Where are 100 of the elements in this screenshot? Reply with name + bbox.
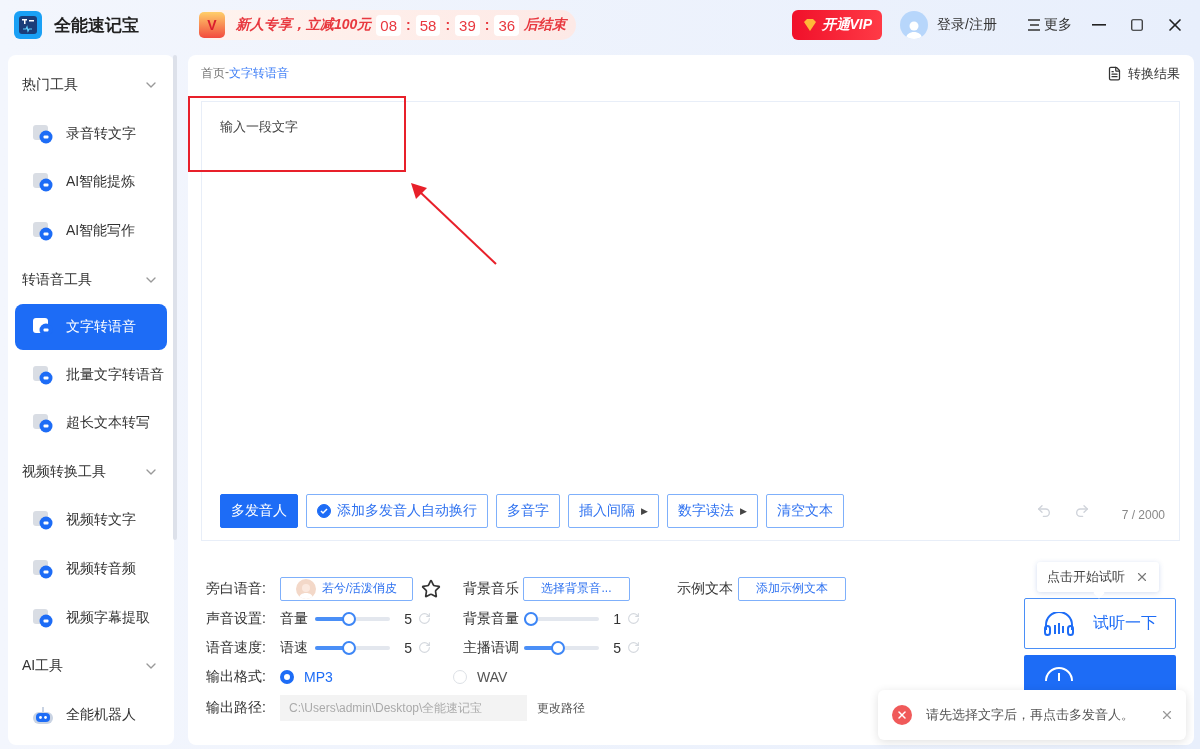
section-header[interactable]: 视频转换工具	[15, 447, 167, 497]
close-icon[interactable]	[1160, 708, 1174, 722]
text-editor[interactable]: 输入一段文字 多发音人 添加多发音人自动换行 多音字 插入间隔 ▶ 数字读法 ▶ 清空文本 7 / 2000	[201, 101, 1180, 541]
nav-item[interactable]: AI智能提炼	[15, 158, 167, 207]
document-badge-icon	[32, 171, 54, 194]
caret-icon: ▶	[641, 506, 648, 516]
nav-label: 全能机器人	[66, 705, 136, 724]
countdown-colon: :	[445, 17, 451, 33]
document-badge-icon	[32, 509, 54, 532]
countdown-digits: 36	[494, 14, 520, 36]
section-title: 热门工具	[22, 76, 78, 95]
star-icon[interactable]	[421, 578, 441, 599]
document-icon	[1107, 66, 1122, 81]
result-button[interactable]: 转换结果	[1107, 64, 1180, 83]
toolbar-button[interactable]: 清空文本	[765, 494, 844, 528]
nav-item[interactable]: 视频字幕提取	[15, 593, 167, 642]
setting-label: 示例文本	[677, 579, 734, 598]
nav-item[interactable]: 批量文字转语音	[15, 350, 167, 399]
slider-thumb[interactable]	[342, 611, 357, 626]
nav-label: 视频字幕提取	[66, 608, 150, 627]
app-name: 全能速记宝	[54, 14, 139, 37]
slider-value: 1	[612, 610, 622, 627]
radio-label: MP3	[304, 668, 333, 685]
more-menu-button[interactable]: 更多	[1027, 16, 1072, 34]
countdown-colon: :	[484, 17, 490, 33]
slider-value: 5	[612, 639, 622, 656]
nav-item[interactable]: AI智能写作	[15, 206, 167, 256]
radio-label: WAV	[477, 668, 508, 685]
setting-label: 语音速度:	[206, 638, 267, 657]
slider-label: 主播语调	[463, 638, 520, 657]
toolbar-button[interactable]: 插入间隔 ▶	[568, 494, 659, 528]
setting-label: 输出格式:	[206, 667, 267, 686]
app-logo	[14, 11, 42, 39]
text-input[interactable]: 输入一段文字	[220, 102, 1179, 494]
login-link[interactable]: 登录/注册	[937, 16, 997, 34]
promo-text: 新人专享，立减100元	[236, 16, 372, 34]
add-sample-button[interactable]: 添加示例文本	[738, 576, 846, 601]
nav-item[interactable]: 录音转文字	[15, 109, 167, 159]
voice-button[interactable]: 若兮/活泼俏皮	[280, 576, 413, 601]
nav-label: 文字转语音	[66, 318, 136, 337]
slider-label: 背景音量	[463, 609, 520, 628]
select-music-button[interactable]: 选择背景音...	[523, 576, 630, 601]
toolbar-button[interactable]: 多音字	[496, 494, 560, 528]
diamond-icon	[801, 17, 818, 33]
slider-track[interactable]	[524, 640, 599, 655]
nav-label: AI智能提炼	[66, 173, 136, 192]
nav-label: 批量文字转语音	[66, 365, 164, 384]
nav-item[interactable]: 文字转语音	[15, 303, 167, 351]
nav-label: 视频转音频	[66, 559, 136, 578]
breadcrumb-home[interactable]: 首页	[201, 65, 225, 82]
document-badge-icon	[32, 219, 54, 242]
section-title: 视频转换工具	[22, 462, 106, 481]
setting-label: 旁白语音:	[206, 579, 267, 598]
error-icon	[892, 705, 912, 725]
headphones-icon	[1043, 611, 1075, 636]
nav-item[interactable]: 超长文本转写	[15, 398, 167, 448]
breadcrumb-separator: -	[225, 65, 229, 81]
promo-badge: V	[199, 12, 225, 38]
listen-button[interactable]: 试听一下	[1024, 598, 1176, 649]
slider-thumb[interactable]	[524, 611, 538, 626]
countdown-colon: :	[406, 17, 411, 33]
radio-button[interactable]	[280, 669, 294, 684]
voice-avatar	[295, 578, 316, 599]
toolbar-button[interactable]: 多发音人	[220, 494, 298, 528]
section-title: AI工具	[22, 657, 64, 676]
toolbar-button[interactable]: 数字读法 ▶	[666, 494, 758, 528]
breadcrumb-current[interactable]: 文字转语音	[229, 65, 289, 82]
toolbar-button[interactable]: 添加多发音人自动换行	[306, 494, 488, 528]
section-header[interactable]: 转语音工具	[15, 255, 167, 304]
document-badge-icon	[32, 557, 54, 580]
nav-item[interactable]: 全能机器人	[15, 690, 167, 739]
robot-icon	[32, 704, 54, 725]
countdown-digits: 58	[415, 14, 441, 36]
nav-item[interactable]: 视频转音频	[15, 544, 167, 594]
nav-item[interactable]: 视频转文字	[15, 496, 167, 545]
setting-label: 背景音乐	[463, 579, 520, 598]
document-badge-icon	[32, 412, 54, 435]
menu-icon	[1027, 19, 1041, 31]
nav-label: 录音转文字	[66, 124, 136, 143]
nav-label: AI智能写作	[66, 221, 136, 240]
tooltip-text: 点击开始试听	[1047, 568, 1125, 586]
slider-track[interactable]	[524, 611, 599, 626]
toast-message: 请先选择文字后，再点击多发音人。	[926, 706, 1135, 724]
section-header[interactable]: AI工具	[15, 641, 167, 691]
slider-track[interactable]	[315, 611, 390, 626]
section-title: 转语音工具	[22, 270, 92, 289]
section-header[interactable]: 热门工具	[15, 61, 167, 110]
slider-track[interactable]	[315, 640, 390, 655]
close-icon[interactable]	[1135, 570, 1149, 584]
vip-button[interactable]: 开通VIP	[791, 10, 883, 40]
caret-icon: ▶	[739, 506, 747, 516]
slider-thumb[interactable]	[551, 640, 566, 655]
slider-label: 语速	[280, 638, 309, 657]
slider-value: 5	[403, 639, 413, 656]
setting-label: 声音设置:	[206, 609, 267, 628]
countdown-digits: 39	[455, 14, 480, 36]
slider-value: 5	[403, 610, 413, 627]
document-badge-icon	[32, 122, 54, 145]
slider-thumb[interactable]	[342, 640, 357, 655]
document-badge-icon	[32, 606, 54, 629]
